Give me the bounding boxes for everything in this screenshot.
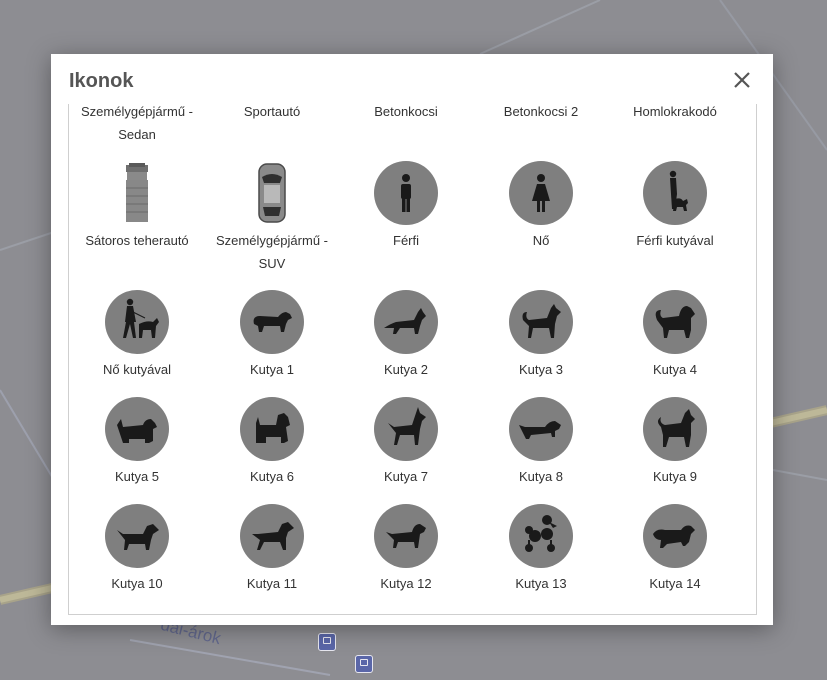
icon-option-dog-1[interactable]: Kutya 1 bbox=[205, 290, 339, 381]
dog-icon bbox=[519, 421, 561, 439]
icon-option-label: Kutya 9 bbox=[652, 469, 698, 484]
icon-option-label: Személygépjármű - SUV bbox=[216, 233, 328, 271]
icon-option-dog-9[interactable]: Kutya 9 bbox=[608, 397, 742, 488]
icon-option-sportscar[interactable]: Sportautó bbox=[205, 104, 339, 123]
car-icon bbox=[258, 163, 286, 223]
icon-option-dog-12[interactable]: Kutya 12 bbox=[339, 504, 473, 595]
dog-icon bbox=[522, 304, 561, 338]
dog-icon bbox=[658, 409, 695, 447]
icon-option-man-with-dog[interactable]: Férfi kutyával bbox=[608, 161, 742, 252]
truck-icon bbox=[126, 163, 148, 222]
icon-option-dog-7[interactable]: Kutya 7 bbox=[339, 397, 473, 488]
dog-icon bbox=[117, 524, 159, 550]
icon-option-label: Kutya 2 bbox=[383, 362, 429, 377]
icon-option-loader[interactable]: Homlokrakodó bbox=[608, 104, 742, 123]
icon-option-label: Betonkocsi 2 bbox=[503, 104, 579, 119]
icon-option-label: Férfi bbox=[393, 233, 419, 248]
close-button[interactable] bbox=[731, 69, 753, 91]
icon-option-dog-4[interactable]: Kutya 4 bbox=[608, 290, 742, 381]
dog-icon bbox=[252, 522, 294, 550]
icon-option-dog-8[interactable]: Kutya 8 bbox=[474, 397, 608, 488]
icon-option-man[interactable]: Férfi bbox=[339, 161, 473, 252]
icon-option-suv[interactable]: Személygépjármű - SUV bbox=[205, 161, 339, 275]
icon-option-label: Kutya 7 bbox=[383, 469, 429, 484]
dog-icon bbox=[253, 312, 292, 332]
dog-icon bbox=[655, 306, 695, 338]
icon-option-dog-10[interactable]: Kutya 10 bbox=[70, 504, 204, 595]
icon-option-label: Férfi kutyával bbox=[636, 233, 714, 248]
icon-option-label: Kutya 5 bbox=[114, 469, 160, 484]
icon-grid[interactable]: Személygépjármű - Sedan Sportautó Betonk… bbox=[68, 104, 757, 615]
icon-option-dog-14[interactable]: Kutya 14 bbox=[608, 504, 742, 595]
icon-option-dog-5[interactable]: Kutya 5 bbox=[70, 397, 204, 488]
icon-option-sedan[interactable]: Személygépjármű - Sedan bbox=[70, 104, 204, 146]
icon-option-label: Kutya 1 bbox=[249, 362, 295, 377]
icon-option-label: Sátoros teherautó bbox=[85, 233, 189, 248]
dialog-title: Ikonok bbox=[69, 70, 134, 92]
icon-option-label: Kutya 8 bbox=[518, 469, 564, 484]
icon-option-label: Kutya 14 bbox=[649, 576, 701, 591]
icon-option-dog-11[interactable]: Kutya 11 bbox=[205, 504, 339, 595]
icon-option-label: Betonkocsi bbox=[374, 104, 438, 119]
icons-dialog: Ikonok Személygépjármű - Sedan Sportautó… bbox=[51, 54, 773, 625]
dog-icon bbox=[384, 308, 426, 334]
bus-stop-icon[interactable] bbox=[318, 633, 336, 651]
icon-option-mixer[interactable]: Betonkocsi bbox=[339, 104, 473, 123]
icon-option-label: Kutya 3 bbox=[518, 362, 564, 377]
icon-option-dog-2[interactable]: Kutya 2 bbox=[339, 290, 473, 381]
dog-icon bbox=[525, 515, 557, 552]
icon-option-woman[interactable]: Nő bbox=[474, 161, 608, 252]
man-icon bbox=[401, 174, 411, 212]
icon-option-dog-13[interactable]: Kutya 13 bbox=[474, 504, 608, 595]
icon-option-label: Kutya 6 bbox=[249, 469, 295, 484]
icon-option-label: Kutya 11 bbox=[246, 576, 298, 591]
dog-icon bbox=[653, 525, 695, 548]
icon-option-truck[interactable]: Sátoros teherautó bbox=[70, 161, 204, 252]
dog-icon bbox=[117, 419, 157, 443]
bus-stop-icon[interactable] bbox=[355, 655, 373, 673]
woman-icon bbox=[532, 174, 550, 212]
icon-option-label: Kutya 13 bbox=[515, 576, 567, 591]
man-with-dog-icon bbox=[669, 170, 688, 211]
icon-option-label: Kutya 4 bbox=[652, 362, 698, 377]
icon-option-label: Nő kutyával bbox=[103, 362, 171, 377]
icon-option-label: Nő bbox=[532, 233, 550, 248]
dog-icon bbox=[386, 524, 426, 548]
woman-with-dog-icon bbox=[123, 298, 159, 338]
close-icon bbox=[734, 72, 750, 88]
icon-option-label: Személygépjármű - Sedan bbox=[81, 104, 193, 142]
icon-option-dog-6[interactable]: Kutya 6 bbox=[205, 397, 339, 488]
icon-option-label: Kutya 10 bbox=[111, 576, 163, 591]
dog-icon bbox=[256, 413, 290, 443]
icon-option-label: Sportautó bbox=[243, 104, 301, 119]
icon-option-woman-with-dog[interactable]: Nő kutyával bbox=[70, 290, 204, 381]
icon-option-dog-3[interactable]: Kutya 3 bbox=[474, 290, 608, 381]
icon-option-label: Kutya 12 bbox=[380, 576, 432, 591]
icon-option-label: Homlokrakodó bbox=[633, 104, 717, 119]
dog-icon bbox=[388, 407, 426, 445]
icon-option-mixer-2[interactable]: Betonkocsi 2 bbox=[474, 104, 608, 123]
